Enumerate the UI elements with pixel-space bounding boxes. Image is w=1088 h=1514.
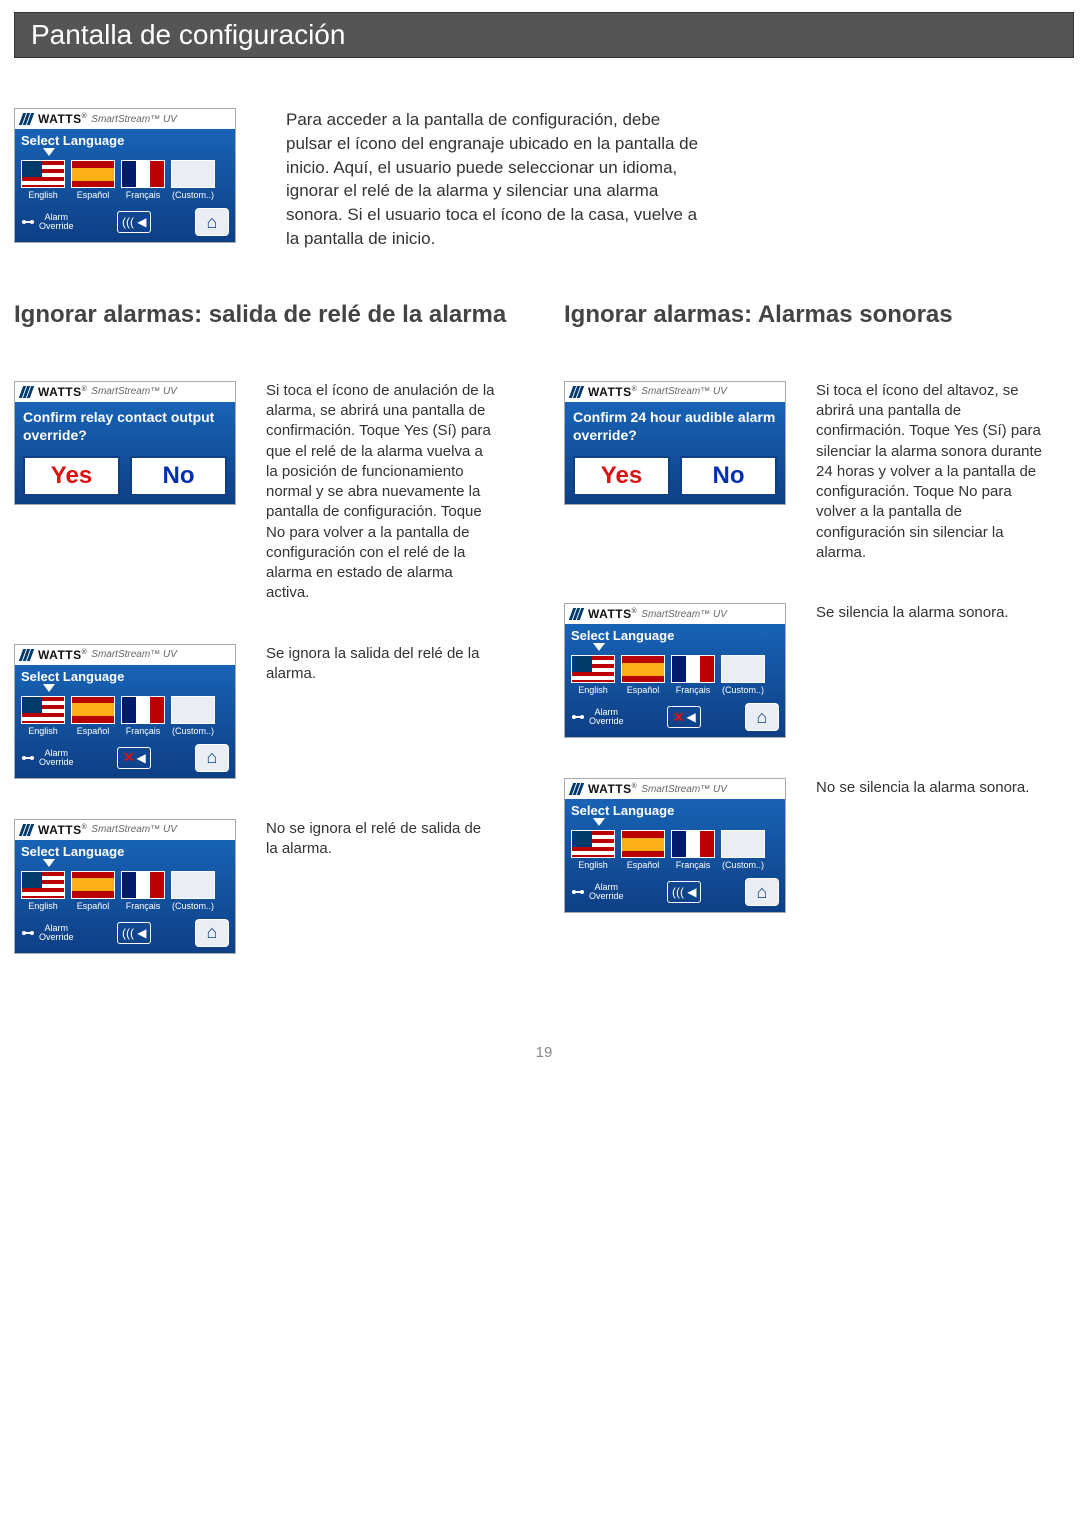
alarm-override-icon (21, 751, 35, 765)
watts-wave-icon (21, 649, 32, 661)
alarm-override-label: Alarm Override (39, 213, 74, 231)
selection-arrow-icon (15, 686, 235, 696)
brand-sub: SmartStream™ UV (91, 114, 177, 125)
col-b-p3: No se silencia la alarma sonora. (816, 778, 1029, 798)
alarm-override-icon (571, 710, 585, 724)
lang-english: English (21, 190, 65, 200)
flag-us-icon[interactable] (21, 696, 65, 724)
alarm-override-button[interactable]: Alarm Override (571, 883, 624, 901)
watts-wave-icon (571, 386, 582, 398)
page-number: 19 (14, 1044, 1074, 1061)
device-relay-overridden: WATTS®SmartStream™ UV Select Language En… (14, 644, 236, 779)
device-config-default: WATTS® SmartStream™ UV Select Language E… (14, 108, 236, 243)
speaker-button[interactable]: ((( ◀ (117, 922, 151, 944)
col-b-p1: Si toca el ícono del altavoz, se abrirá … (816, 381, 1046, 563)
selection-arrow-icon (15, 150, 235, 160)
home-button[interactable]: ⌂ (745, 878, 779, 906)
flag-us-icon[interactable] (571, 655, 615, 683)
alarm-override-icon (21, 926, 35, 940)
page-title: Pantalla de configuración (14, 12, 1074, 58)
select-language-label: Select Language (15, 665, 235, 686)
selection-arrow-icon (15, 861, 235, 871)
brand-name: WATTS® (38, 112, 87, 126)
no-button[interactable]: No (680, 456, 777, 496)
device-audible-not-silenced: WATTS®SmartStream™ UV Select Language En… (564, 778, 786, 913)
home-button[interactable]: ⌂ (745, 703, 779, 731)
speaker-button[interactable]: ((( ◀ (667, 881, 701, 903)
col-b-p2: Se silencia la alarma sonora. (816, 603, 1009, 623)
alarm-override-icon (21, 215, 35, 229)
home-button[interactable]: ⌂ (195, 744, 229, 772)
watts-wave-icon (21, 113, 32, 125)
flag-custom-icon[interactable] (721, 655, 765, 683)
flag-fr-icon[interactable] (121, 160, 165, 188)
col-b-heading: Ignorar alarmas: Alarmas sonoras (564, 301, 1074, 361)
col-a-p2: Se ignora la salida del relé de la alarm… (266, 644, 496, 685)
speaker-muted-button[interactable]: ✕ ◀ (117, 747, 151, 769)
flag-es-icon[interactable] (71, 871, 115, 899)
no-button[interactable]: No (130, 456, 227, 496)
flag-custom-icon[interactable] (171, 696, 215, 724)
flag-row (15, 160, 235, 190)
alarm-override-button[interactable]: Alarm Override (21, 213, 74, 231)
brand-bar: WATTS® SmartStream™ UV (15, 109, 235, 129)
flag-us-icon[interactable] (571, 830, 615, 858)
lang-espanol: Español (71, 190, 115, 200)
home-button[interactable]: ⌂ (195, 919, 229, 947)
flag-fr-icon[interactable] (121, 871, 165, 899)
flag-custom-icon[interactable] (721, 830, 765, 858)
alarm-override-button[interactable]: Alarm Override (21, 924, 74, 942)
lang-custom: (Custom..) (171, 190, 215, 200)
select-language-label: Select Language (15, 129, 235, 150)
speaker-button[interactable]: ((( ◀ (117, 211, 151, 233)
alarm-override-button[interactable]: Alarm Override (571, 708, 624, 726)
flag-custom-icon[interactable] (171, 871, 215, 899)
speaker-muted-button[interactable]: ✕ ◀ (667, 706, 701, 728)
flag-es-icon[interactable] (621, 830, 665, 858)
device-confirm-audible: WATTS®SmartStream™ UV Confirm 24 hour au… (564, 381, 786, 505)
flag-es-icon[interactable] (621, 655, 665, 683)
lang-francais: Français (121, 190, 165, 200)
flag-es-icon[interactable] (71, 160, 115, 188)
flag-us-icon[interactable] (21, 160, 65, 188)
col-a-p3: No se ignora el relé de salida de la ala… (266, 819, 496, 860)
watts-wave-icon (21, 824, 32, 836)
selection-arrow-icon (565, 645, 785, 655)
watts-wave-icon (571, 608, 582, 620)
alarm-override-button[interactable]: Alarm Override (21, 749, 74, 767)
yes-button[interactable]: Yes (573, 456, 670, 496)
flag-fr-icon[interactable] (671, 655, 715, 683)
yes-button[interactable]: Yes (23, 456, 120, 496)
home-button[interactable]: ⌂ (195, 208, 229, 236)
col-a-p1: Si toca el ícono de anulación de la alar… (266, 381, 496, 604)
alarm-override-icon (571, 885, 585, 899)
watts-wave-icon (571, 783, 582, 795)
col-a-heading: Ignorar alarmas: salida de relé de la al… (14, 301, 524, 361)
select-language-label: Select Language (15, 840, 235, 861)
selection-arrow-icon (565, 820, 785, 830)
flag-fr-icon[interactable] (671, 830, 715, 858)
confirm-audible-text: Confirm 24 hour audible alarm override? (565, 402, 785, 448)
select-language-label: Select Language (565, 799, 785, 820)
select-language-label: Select Language (565, 624, 785, 645)
flag-us-icon[interactable] (21, 871, 65, 899)
device-relay-not-overridden: WATTS®SmartStream™ UV Select Language En… (14, 819, 236, 954)
flag-fr-icon[interactable] (121, 696, 165, 724)
device-confirm-relay: WATTS®SmartStream™ UV Confirm relay cont… (14, 381, 236, 505)
language-labels: English Español Français (Custom..) (15, 190, 235, 204)
confirm-relay-text: Confirm relay contact output override? (15, 402, 235, 448)
device-audible-silenced: WATTS®SmartStream™ UV Select Language En… (564, 603, 786, 738)
watts-wave-icon (21, 386, 32, 398)
intro-text: Para acceder a la pantalla de configurac… (286, 108, 706, 251)
flag-es-icon[interactable] (71, 696, 115, 724)
flag-custom-icon[interactable] (171, 160, 215, 188)
